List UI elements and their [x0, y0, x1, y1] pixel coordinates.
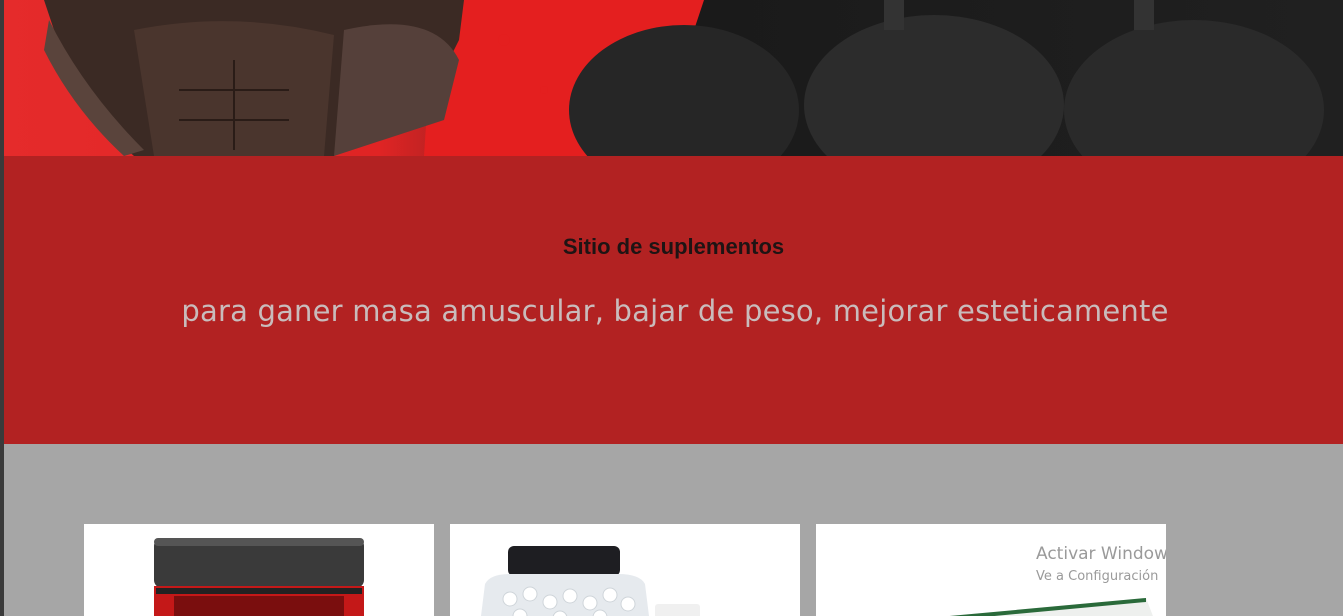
- watermark-subtitle: Ve a Configuración: [1036, 569, 1159, 584]
- watermark-title: Activar Windows: [1036, 544, 1166, 564]
- hero-banner: [4, 0, 1343, 156]
- white-pill-bottle-image: [481, 546, 700, 616]
- product-card[interactable]: [84, 524, 434, 616]
- section-title: Sitio de suplementos: [562, 234, 785, 259]
- product-card[interactable]: [450, 524, 800, 616]
- products-section: [4, 444, 1343, 616]
- page: Sitio de suplementos para ganer masa amu…: [4, 0, 1343, 616]
- hero-image: [44, 0, 1324, 156]
- windows-activation-watermark: Activar Windows Ve a Configuración: [1036, 544, 1166, 584]
- section-subtitle: para ganer masa amuscular, bajar de peso…: [181, 294, 1169, 328]
- red-supplement-jar-image: [154, 538, 364, 616]
- intro-section: Sitio de suplementos para ganer masa amu…: [4, 156, 1343, 444]
